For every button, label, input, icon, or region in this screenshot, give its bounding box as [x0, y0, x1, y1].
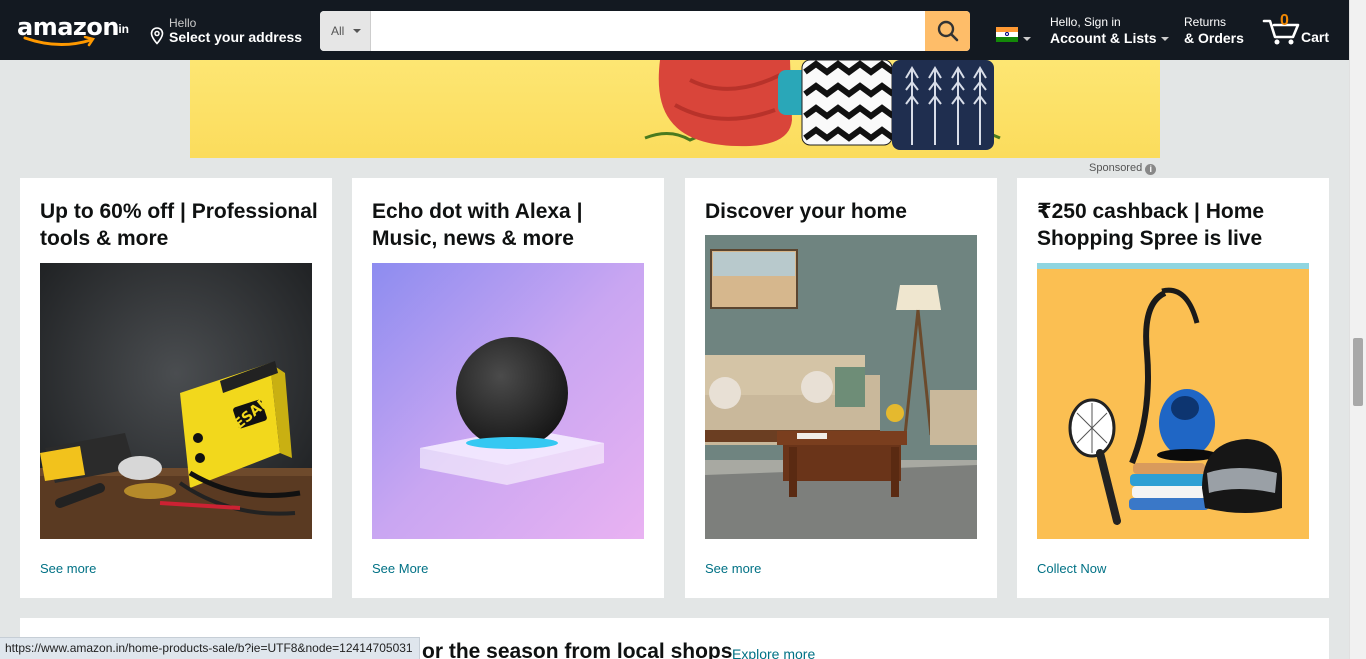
location-pin-icon — [150, 27, 164, 45]
vertical-scrollbar[interactable] — [1349, 0, 1366, 659]
language-caret-icon[interactable] — [1023, 37, 1031, 41]
scrollbar-thumb[interactable] — [1353, 338, 1363, 406]
card-cashback-shopping: ₹250 cashback | Home Shopping Spree is l… — [1017, 178, 1329, 598]
cart-label: Cart — [1301, 29, 1330, 45]
search-category-label: All — [331, 24, 345, 38]
returns-label: Returns — [1184, 15, 1227, 29]
sponsored-label: Sponsored i — [1089, 162, 1157, 175]
card-title[interactable]: Up to 60% off | Professional tools & mor… — [40, 198, 320, 252]
amazon-logo[interactable]: amazon .in — [17, 13, 135, 49]
info-icon[interactable]: i — [1145, 164, 1157, 175]
logo-tld: .in — [115, 22, 129, 36]
account-greeting: Hello, Sign in — [1050, 15, 1121, 29]
see-more-link[interactable]: See more — [705, 561, 761, 576]
echo-dot-image[interactable] — [372, 263, 644, 539]
search-icon — [937, 20, 958, 42]
see-more-link[interactable]: See More — [372, 561, 428, 576]
card-professional-tools: Up to 60% off | Professional tools & mor… — [20, 178, 332, 598]
card-title[interactable]: Echo dot with Alexa | Music, news & more — [372, 198, 652, 252]
search-bar: All — [320, 11, 970, 51]
card-title[interactable]: ₹250 cashback | Home Shopping Spree is l… — [1037, 198, 1317, 252]
smile-arrow-icon — [23, 36, 96, 47]
account-lists-label: Account & Lists — [1050, 30, 1169, 46]
account-lists-text: Account & Lists — [1050, 30, 1157, 46]
section-title: or the season from local shops — [422, 640, 733, 659]
explore-more-link[interactable]: Explore more — [732, 646, 815, 659]
top-nav: amazon .in Hello Select your address All — [0, 0, 1349, 60]
select-address-label: Select your address — [169, 29, 303, 45]
sponsored-banner-image[interactable] — [190, 60, 1160, 158]
home-appliances-image[interactable] — [1037, 263, 1309, 539]
search-category-dropdown[interactable]: All — [320, 11, 371, 51]
card-echo-dot: Echo dot with Alexa | Music, news & more… — [352, 178, 664, 598]
sponsored-text: Sponsored — [1089, 162, 1143, 174]
search-button[interactable] — [925, 11, 970, 51]
search-input[interactable] — [372, 11, 925, 51]
account-menu[interactable]: Hello, Sign in Account & Lists — [1050, 15, 1169, 46]
chevron-down-icon — [1160, 37, 1169, 42]
india-flag-icon[interactable] — [996, 27, 1018, 42]
cart-button[interactable]: 0 Cart — [1262, 12, 1332, 52]
status-url-bar: https://www.amazon.in/home-products-sale… — [0, 637, 420, 659]
power-tools-image[interactable]: ESAB — [40, 263, 312, 539]
chevron-down-icon — [353, 29, 361, 33]
returns-orders-link[interactable]: Returns & Orders — [1184, 15, 1244, 46]
cart-count: 0 — [1280, 12, 1289, 29]
address-greeting: Hello — [169, 16, 197, 30]
living-room-image[interactable] — [705, 235, 977, 539]
orders-label: & Orders — [1184, 30, 1244, 46]
card-discover-home: Discover your home See more — [685, 178, 997, 598]
card-title[interactable]: Discover your home — [705, 198, 985, 225]
collect-now-link[interactable]: Collect Now — [1037, 561, 1106, 576]
see-more-link[interactable]: See more — [40, 561, 96, 576]
